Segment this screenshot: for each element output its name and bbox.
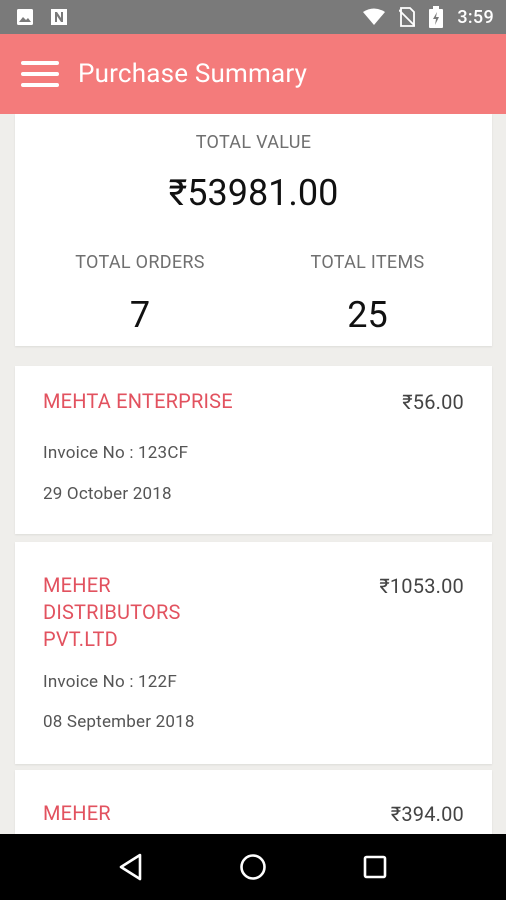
vendor-name-line: DISTRIBUTORS [43, 600, 181, 624]
vendor-name-line: MEHTA ENTERPRISE [43, 389, 233, 413]
recents-button[interactable] [355, 847, 395, 887]
total-items-value: 25 [347, 294, 388, 336]
invoice-number: Invoice No : 123CF [43, 443, 189, 463]
invoice-number: Invoice No : 122F [43, 672, 177, 692]
navigation-bar [0, 834, 506, 900]
back-button[interactable] [111, 847, 151, 887]
vendor-name: MEHER DISTRIBUTORS PVT.LTD [43, 572, 181, 653]
total-items-label: TOTAL ITEMS [310, 252, 425, 273]
purchase-amount: ₹394.00 [390, 802, 464, 826]
purchase-date: 08 September 2018 [43, 712, 195, 732]
battery-icon [429, 6, 444, 28]
summary-card: TOTAL VALUE ₹53981.00 TOTAL ORDERS TOTAL… [15, 114, 492, 346]
purchase-card[interactable]: MEHER DISTRIBUTORS PVT.LTD ₹1053.00 Invoice … [15, 542, 492, 764]
total-value: ₹53981.00 [168, 172, 339, 214]
vendor-name: MEHER [43, 800, 111, 827]
image-icon [17, 9, 33, 25]
no-sim-icon [399, 7, 416, 27]
purchase-card[interactable]: MEHTA ENTERPRISE ₹56.00 Invoice No : 123CF… [15, 366, 492, 534]
purchase-date: 29 October 2018 [43, 484, 172, 504]
total-orders-value: 7 [129, 294, 151, 336]
menu-icon[interactable] [20, 57, 60, 91]
home-button[interactable] [233, 847, 273, 887]
vendor-name-line: PVT.LTD [43, 627, 118, 651]
status-time: 3:59 [457, 6, 494, 28]
back-icon [119, 853, 142, 881]
app-bar: Purchase Summary [0, 34, 506, 114]
recents-icon [363, 855, 387, 879]
content-scroll[interactable]: TOTAL VALUE ₹53981.00 TOTAL ORDERS TOTAL… [0, 114, 506, 834]
total-orders-label: TOTAL ORDERS [75, 252, 205, 273]
purchase-amount: ₹1053.00 [379, 574, 464, 598]
purchase-amount: ₹56.00 [402, 390, 464, 414]
total-value-label: TOTAL VALUE [195, 132, 312, 153]
n-notification-icon [51, 9, 67, 25]
status-right-icons: 3:59 [363, 6, 494, 28]
vendor-name: MEHTA ENTERPRISE [43, 388, 233, 415]
status-left-icons [16, 8, 68, 26]
vendor-name-line: MEHER [43, 801, 111, 825]
wifi-icon [363, 8, 386, 25]
page-title: Purchase Summary [78, 59, 308, 89]
home-icon [240, 854, 266, 880]
vendor-name-line: MEHER [43, 573, 111, 597]
purchase-card[interactable]: MEHER ₹394.00 [15, 770, 492, 834]
status-bar: 3:59 [0, 0, 506, 34]
